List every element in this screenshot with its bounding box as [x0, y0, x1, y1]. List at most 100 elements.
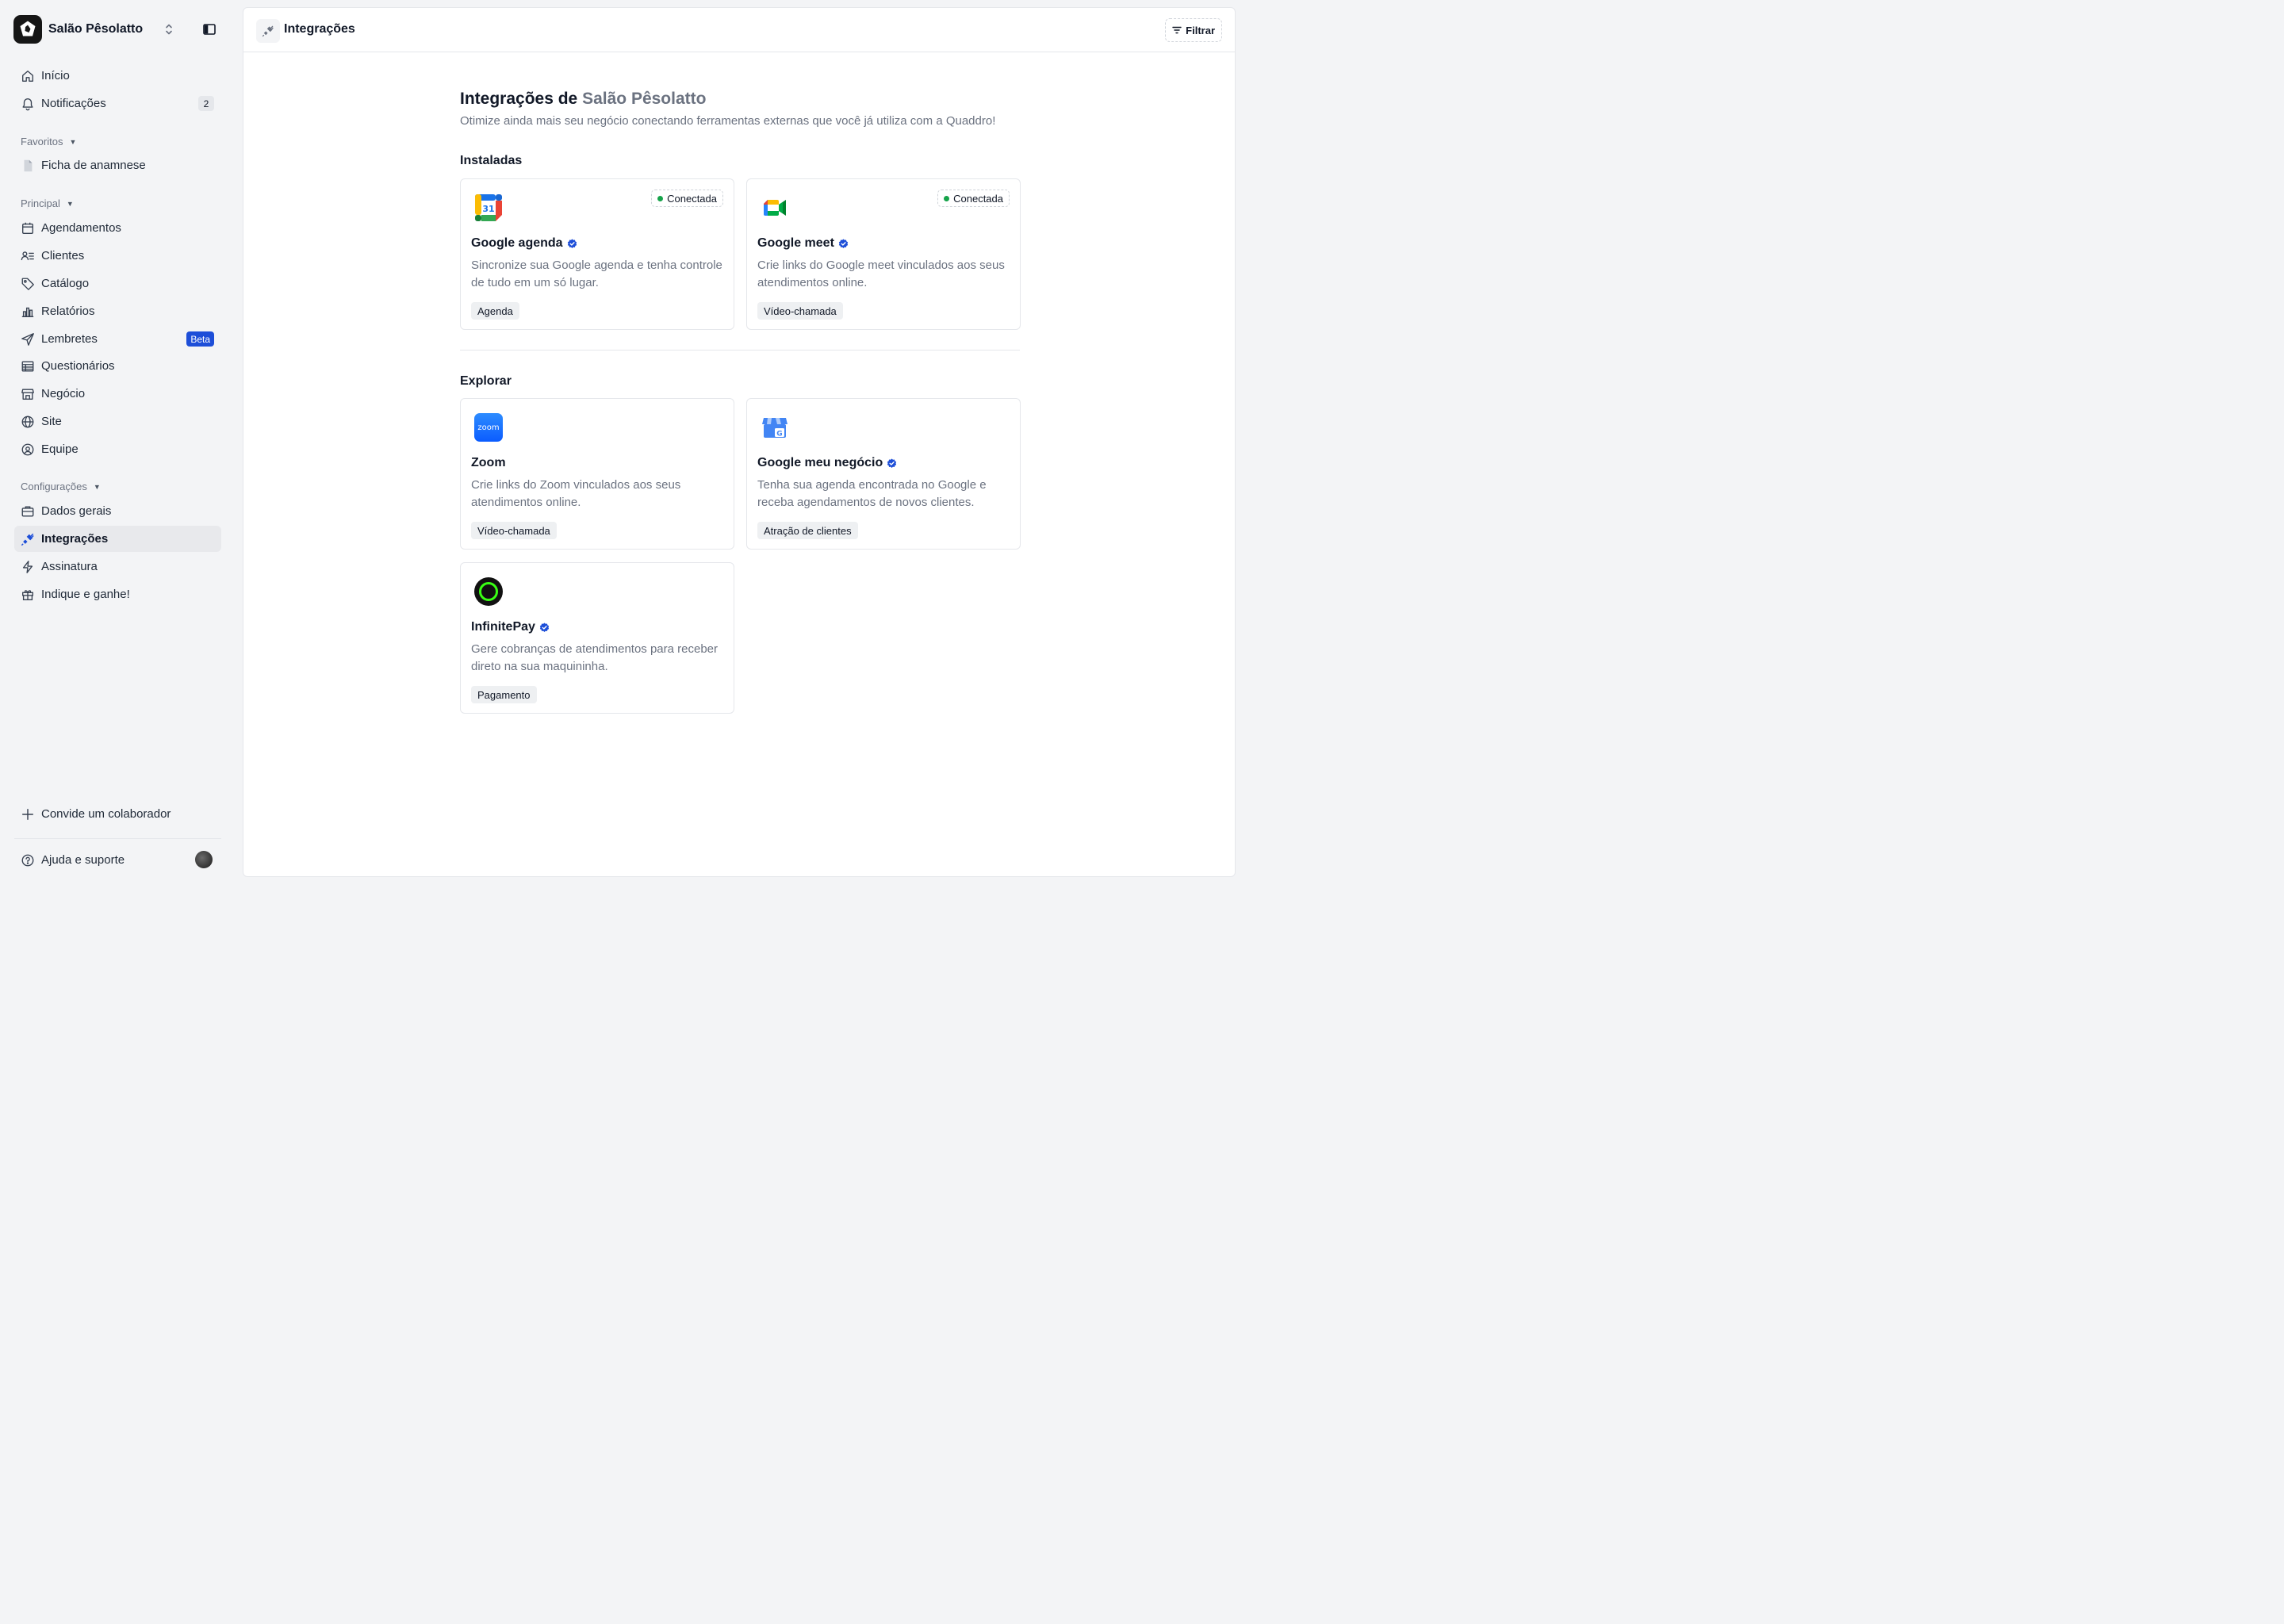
briefcase-icon [21, 504, 35, 519]
sidebar-item-label: Relatórios [41, 304, 95, 318]
heading-prefix: Integrações de [460, 90, 578, 108]
avatar[interactable] [195, 851, 213, 868]
chevron-up-down-icon[interactable] [161, 20, 177, 39]
filter-label: Filtrar [1186, 24, 1215, 36]
sidebar-item-label: Integrações [41, 532, 109, 546]
caret-down-icon: ▼ [69, 137, 77, 146]
integration-card-google-meet[interactable]: Conectada Google meet Crie links do Goog… [746, 178, 1021, 330]
sidebar-item-dados-gerais[interactable]: Dados gerais [14, 498, 221, 524]
connected-label: Conectada [667, 192, 717, 205]
integration-description: Sincronize sua Google agenda e tenha con… [471, 259, 722, 289]
sidebar-item-inicio[interactable]: Início [14, 63, 221, 89]
integration-card-zoom[interactable]: zoom Zoom Crie links do Zoom vinculados … [460, 398, 734, 550]
sidebar-item-agendamentos[interactable]: Agendamentos [14, 215, 221, 241]
team-icon [21, 442, 35, 457]
sidebar-item-clientes[interactable]: Clientes [14, 243, 221, 269]
document-icon [21, 159, 35, 173]
invite-collaborator-button[interactable]: Convide um colaborador [14, 801, 221, 827]
integration-card-infinitepay[interactable]: InfinitePay Gere cobranças de atendiment… [460, 562, 734, 714]
caret-down-icon: ▼ [66, 199, 74, 208]
sidebar-item-negocio[interactable]: Negócio [14, 381, 221, 407]
help-circle-icon [21, 853, 35, 868]
connected-badge: Conectada [937, 190, 1010, 207]
sidebar-item-relatorios[interactable]: Relatórios [14, 298, 221, 324]
section-title: Principal [21, 197, 60, 209]
sidebar-item-catalogo[interactable]: Catálogo [14, 270, 221, 297]
heading-business-name: Salão Pêsolatto [582, 90, 707, 108]
plug-icon [256, 19, 280, 43]
sidebar: Salão Pêsolatto Início Notificações 2 Fa… [0, 0, 242, 884]
sidebar-toggle-icon[interactable] [201, 21, 218, 38]
sidebar-item-label: Questionários [41, 359, 115, 373]
sidebar-item-label: Ajuda e suporte [41, 853, 125, 867]
status-dot-icon [657, 195, 664, 201]
zoom-logo-text: zoom [474, 413, 503, 442]
beta-badge: Beta [186, 331, 214, 347]
svg-text:G: G [776, 431, 782, 439]
plus-icon [21, 807, 35, 822]
filter-button[interactable]: Filtrar [1165, 18, 1222, 42]
lightning-icon [21, 560, 35, 574]
sidebar-item-label: Convide um colaborador [41, 807, 171, 821]
sidebar-item-label: Equipe [41, 442, 79, 456]
section-favoritos[interactable]: Favoritos ▼ [21, 136, 76, 147]
sidebar-item-questionarios[interactable]: Questionários [14, 353, 221, 379]
home-icon [21, 69, 35, 83]
verified-icon [838, 238, 849, 248]
integration-name: Google meet [757, 236, 849, 251]
sidebar-item-indique-e-ganhe[interactable]: Indique e ganhe! [14, 581, 221, 607]
sidebar-item-label: Notificações [41, 97, 106, 110]
section-configuracoes[interactable]: Configurações ▼ [21, 481, 101, 492]
plug-icon [21, 532, 35, 546]
sidebar-item-label: Ficha de anamnese [41, 159, 146, 172]
sidebar-item-label: Assinatura [41, 560, 98, 573]
topbar: Integrações Filtrar [243, 8, 1235, 52]
sidebar-item-label: Catálogo [41, 277, 90, 290]
category-tag: Pagamento [471, 686, 537, 703]
bell-icon [21, 97, 35, 111]
sidebar-item-notificacoes[interactable]: Notificações 2 [14, 90, 221, 117]
connected-badge: Conectada [651, 190, 723, 207]
integration-card-google-agenda[interactable]: 31 Conectada Google agenda Sincronize su… [460, 178, 734, 330]
table-icon [21, 359, 35, 373]
integration-card-google-meu-negocio[interactable]: G Google meu negócio Tenha sua agenda en… [746, 398, 1021, 550]
integration-description: Crie links do Zoom vinculados aos seus a… [471, 478, 681, 509]
sidebar-item-ficha-de-anamnese[interactable]: Ficha de anamnese [14, 152, 221, 178]
sidebar-item-label: Dados gerais [41, 504, 112, 518]
google-calendar-icon: 31 [472, 191, 505, 224]
svg-text:31: 31 [482, 204, 494, 214]
integration-name: Zoom [471, 456, 506, 470]
caret-down-icon: ▼ [93, 482, 101, 491]
section-title: Favoritos [21, 136, 63, 147]
section-principal[interactable]: Principal ▼ [21, 197, 74, 209]
verified-icon [887, 458, 897, 468]
sidebar-item-assinatura[interactable]: Assinatura [14, 553, 221, 580]
sidebar-item-equipe[interactable]: Equipe [14, 436, 221, 462]
sidebar-item-label: Site [41, 415, 62, 428]
verified-icon [567, 238, 577, 248]
help-support-button[interactable]: Ajuda e suporte [14, 847, 221, 873]
bar-chart-icon [21, 304, 35, 319]
store-icon [21, 387, 35, 401]
workspace-switcher[interactable]: Salão Pêsolatto [13, 15, 221, 44]
sidebar-item-label: Negócio [41, 387, 86, 400]
google-business-icon: G [758, 411, 791, 444]
integration-name-text: InfinitePay [471, 620, 535, 634]
section-title: Configurações [21, 481, 87, 492]
integration-name: Google meu negócio [757, 456, 897, 470]
calendar-icon [21, 221, 35, 236]
sidebar-item-site[interactable]: Site [14, 408, 221, 435]
integration-name-text: Google meet [757, 236, 834, 250]
category-tag: Atração de clientes [757, 522, 858, 539]
integration-name-text: Google meu negócio [757, 456, 883, 469]
infinitepay-icon [472, 575, 505, 608]
category-tag: Vídeo-chamada [757, 302, 843, 320]
connected-label: Conectada [953, 192, 1003, 205]
main-content: Integrações Filtrar Integrações de Salão… [243, 7, 1236, 877]
verified-icon [539, 622, 550, 632]
page-title: Integrações [284, 22, 355, 36]
status-dot-icon [944, 195, 950, 201]
globe-icon [21, 415, 35, 429]
sidebar-item-integracoes[interactable]: Integrações [14, 526, 221, 552]
sidebar-item-lembretes[interactable]: Lembretes Beta [14, 326, 221, 352]
